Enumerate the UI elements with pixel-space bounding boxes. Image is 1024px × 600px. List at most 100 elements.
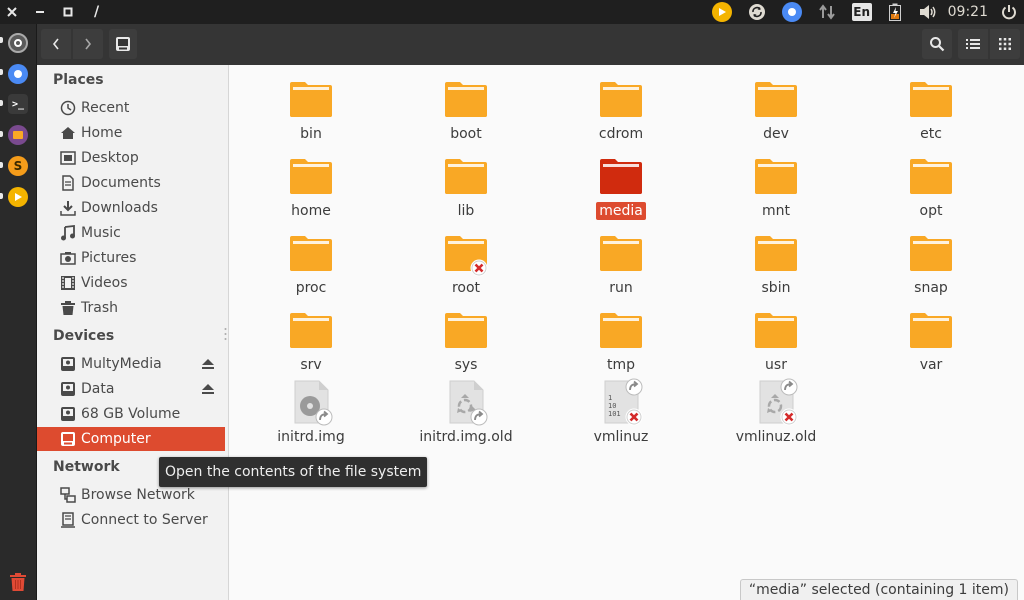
folder-icon [597,306,645,354]
sync-indicator[interactable] [744,0,770,24]
sidebar-item-multymedia[interactable]: MultyMedia [37,352,225,376]
forward-button[interactable] [73,29,103,59]
media-player-icon [711,2,732,22]
list-view-icon [966,39,980,49]
folder-item-srv[interactable]: srv [251,306,371,374]
folder-icon [752,306,800,354]
folder-item-var[interactable]: var [871,306,991,374]
file-label: vmlinuz [593,429,649,445]
film-icon [60,275,76,291]
eject-icon[interactable] [201,357,215,371]
network-indicator[interactable] [814,0,840,24]
sidebar-item-downloads[interactable]: Downloads [37,196,225,220]
folder-item-usr[interactable]: usr [716,306,836,374]
volume-indicator[interactable] [914,0,942,24]
svg-text:101: 101 [608,410,621,418]
sidebar-item-pictures[interactable]: Pictures [37,246,225,270]
folder-item-opt[interactable]: opt [871,152,991,220]
path-computer-button[interactable] [109,29,137,59]
sidebar-item-label: Pictures [81,250,137,266]
eject-icon[interactable] [201,382,215,396]
maximize-window-button[interactable] [56,0,80,24]
sidebar-item-music[interactable]: Music [37,221,225,245]
folder-icon [442,152,490,200]
clock[interactable]: 09:21 [948,4,988,20]
language-indicator[interactable]: En [848,0,876,24]
launcher-files[interactable] [4,121,32,149]
launcher-terminal[interactable]: >_ [4,90,32,118]
folder-item-run[interactable]: run [561,229,681,297]
folder-item-sbin[interactable]: sbin [716,229,836,297]
minimize-window-button[interactable] [28,0,52,24]
battery-indicator[interactable] [884,0,906,24]
chromium-indicator[interactable] [778,0,806,24]
folder-icon [287,75,335,123]
folder-item-snap[interactable]: snap [871,229,991,297]
power-indicator[interactable] [996,0,1022,24]
close-window-button[interactable] [0,0,24,24]
sidebar-item-label: Desktop [81,150,139,166]
folder-item-mnt[interactable]: mnt [716,152,836,220]
drive-icon [60,406,76,422]
sidebar-item-trash[interactable]: Trash [37,296,225,320]
camera-icon [60,250,76,266]
launcher-trash[interactable] [4,568,32,596]
launcher-chromium[interactable] [4,60,32,88]
folder-item-bin[interactable]: bin [251,75,371,143]
folder-item-proc[interactable]: proc [251,229,371,297]
folder-item-root[interactable]: root [406,229,526,297]
top-panel: / En 09:21 [0,0,1024,24]
file-item-vmlinuz-old[interactable]: vmlinuz.old [716,378,836,446]
file-label: tmp [606,357,635,373]
sidebar-item-recent[interactable]: Recent [37,96,225,120]
folder-item-boot[interactable]: boot [406,75,526,143]
grid-view-icon [999,38,1011,50]
back-button[interactable] [41,29,71,59]
folder-item-sys[interactable]: sys [406,306,526,374]
running-pip [0,69,3,75]
file-item-initrd-img-old[interactable]: initrd.img.old [406,378,526,446]
folder-item-lib[interactable]: lib [406,152,526,220]
folder-item-home[interactable]: home [251,152,371,220]
list-view-button[interactable] [958,29,988,59]
sidebar-item-computer[interactable]: Computer [37,427,225,451]
clock-icon [60,100,76,116]
sidebar-item-68gb-volume[interactable]: 68 GB Volume [37,402,225,426]
folder-item-dev[interactable]: dev [716,75,836,143]
sidebar-item-label: Downloads [81,200,158,216]
sidebar-item-documents[interactable]: Documents [37,171,225,195]
folder-icon [287,306,335,354]
folder-icon [442,75,490,123]
running-pip [0,193,3,199]
file-label: etc [920,126,942,142]
sidebar-item-label: Videos [81,275,128,291]
folder-icon [907,152,955,200]
file-label: opt [919,203,943,219]
sidebar-item-connect-to-server[interactable]: Connect to Server [37,508,225,532]
search-icon [930,37,945,52]
folder-item-tmp[interactable]: tmp [561,306,681,374]
grid-view-button[interactable] [990,29,1020,59]
folder-icon [287,229,335,277]
search-button[interactable] [922,29,952,59]
sidebar-item-videos[interactable]: Videos [37,271,225,295]
network-icon [60,487,76,503]
file-item-vmlinuz[interactable]: 1 10 101 vmlinuz [561,378,681,446]
launcher-media-player[interactable] [4,183,32,211]
sidebar-item-desktop[interactable]: Desktop [37,146,225,170]
document-icon [60,175,76,191]
file-item-initrd-img[interactable]: initrd.img [251,378,371,446]
pane-resize-handle[interactable] [224,327,227,341]
folder-icon [752,75,800,123]
sidebar-item-home[interactable]: Home [37,121,225,145]
sidebar-item-label: Documents [81,175,161,191]
launcher-ubuntu[interactable] [4,29,32,57]
folder-icon [907,229,955,277]
files-icon [8,125,28,145]
folder-item-media[interactable]: media [561,152,681,220]
folder-item-etc[interactable]: etc [871,75,991,143]
launcher-sublime[interactable]: S [4,152,32,180]
sidebar-item-data[interactable]: Data [37,377,225,401]
media-indicator[interactable] [708,0,736,24]
folder-item-cdrom[interactable]: cdrom [561,75,681,143]
